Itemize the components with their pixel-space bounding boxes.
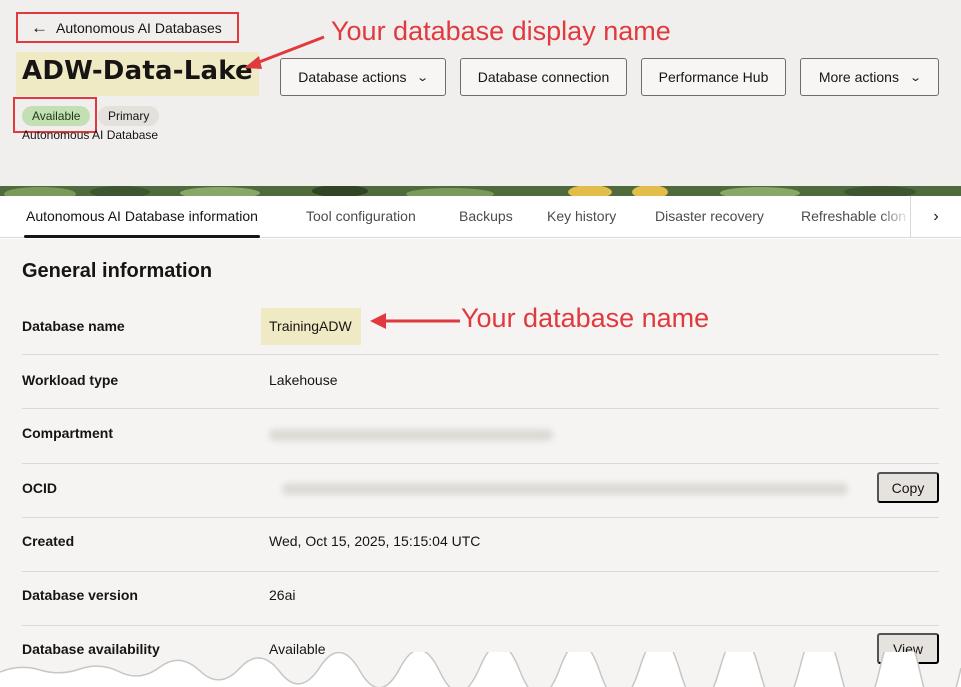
- chevron-down-icon: ⌄: [909, 71, 923, 84]
- tab-key-history[interactable]: Key history: [547, 196, 616, 238]
- database-connection-label: Database connection: [477, 69, 610, 85]
- more-actions-button[interactable]: More actions ⌄: [800, 58, 939, 96]
- copy-ocid-button[interactable]: Copy: [877, 472, 939, 503]
- section-title: General information: [22, 260, 213, 282]
- row-value: 26ai: [269, 587, 296, 603]
- performance-hub-label: Performance Hub: [658, 69, 769, 85]
- tab-tool-configuration[interactable]: Tool configuration: [306, 196, 416, 238]
- row-label: Database name: [22, 318, 125, 334]
- arrow-left-icon: ←: [31, 18, 48, 37]
- row-label: Compartment: [22, 425, 114, 441]
- chevron-down-icon: ⌄: [416, 71, 430, 84]
- redacted-compartment-value: [269, 429, 553, 441]
- info-row-database-version: Database version 26ai: [22, 572, 939, 626]
- row-label: Workload type: [22, 372, 119, 388]
- performance-hub-button[interactable]: Performance Hub: [641, 58, 786, 96]
- back-to-databases-link[interactable]: ← Autonomous AI Databases: [16, 12, 239, 43]
- more-actions-label: More actions: [818, 69, 899, 85]
- annotation-arrow-icon: [244, 35, 325, 69]
- back-link-label: Autonomous AI Databases: [56, 19, 222, 36]
- row-value: Lakehouse: [269, 372, 338, 388]
- row-label: Database version: [22, 587, 138, 603]
- page-subtitle: Autonomous AI Database: [22, 128, 159, 142]
- row-label: OCID: [22, 480, 57, 496]
- tab-database-information[interactable]: Autonomous AI Database information: [24, 196, 260, 238]
- row-value: TrainingADW: [261, 308, 361, 345]
- database-connection-button[interactable]: Database connection: [460, 58, 627, 96]
- info-row-ocid: OCID Copy: [22, 464, 939, 518]
- tab-disaster-recovery[interactable]: Disaster recovery: [655, 196, 764, 238]
- chevron-right-icon: ›: [933, 207, 939, 225]
- role-badge-primary: Primary: [98, 106, 160, 126]
- torn-edge-decoration: [0, 652, 961, 687]
- status-badge-available: Available: [22, 106, 91, 126]
- annotation-display-name: Your database display name: [331, 16, 671, 46]
- page-title: ADW-Data-Lake: [16, 52, 259, 96]
- annotation-database-name: Your database name: [461, 303, 710, 333]
- decorative-banner: [0, 186, 961, 196]
- info-row-created: Created Wed, Oct 15, 2025, 15:15:04 UTC: [22, 518, 939, 572]
- tab-overflow-fade: [880, 196, 910, 237]
- tab-bar: Autonomous AI Database information Tool …: [0, 196, 961, 238]
- redacted-ocid-value: [282, 483, 848, 495]
- tab-scroll-next-button[interactable]: ›: [910, 196, 961, 237]
- row-label: Created: [22, 533, 75, 549]
- tab-backups[interactable]: Backups: [459, 196, 513, 238]
- row-value: Wed, Oct 15, 2025, 15:15:04 UTC: [269, 533, 481, 549]
- annotation-arrow-icon: [370, 313, 460, 329]
- info-row-workload-type: Workload type Lakehouse: [22, 355, 939, 409]
- info-row-compartment: Compartment: [22, 409, 939, 464]
- database-name-value: TrainingADW: [261, 308, 361, 345]
